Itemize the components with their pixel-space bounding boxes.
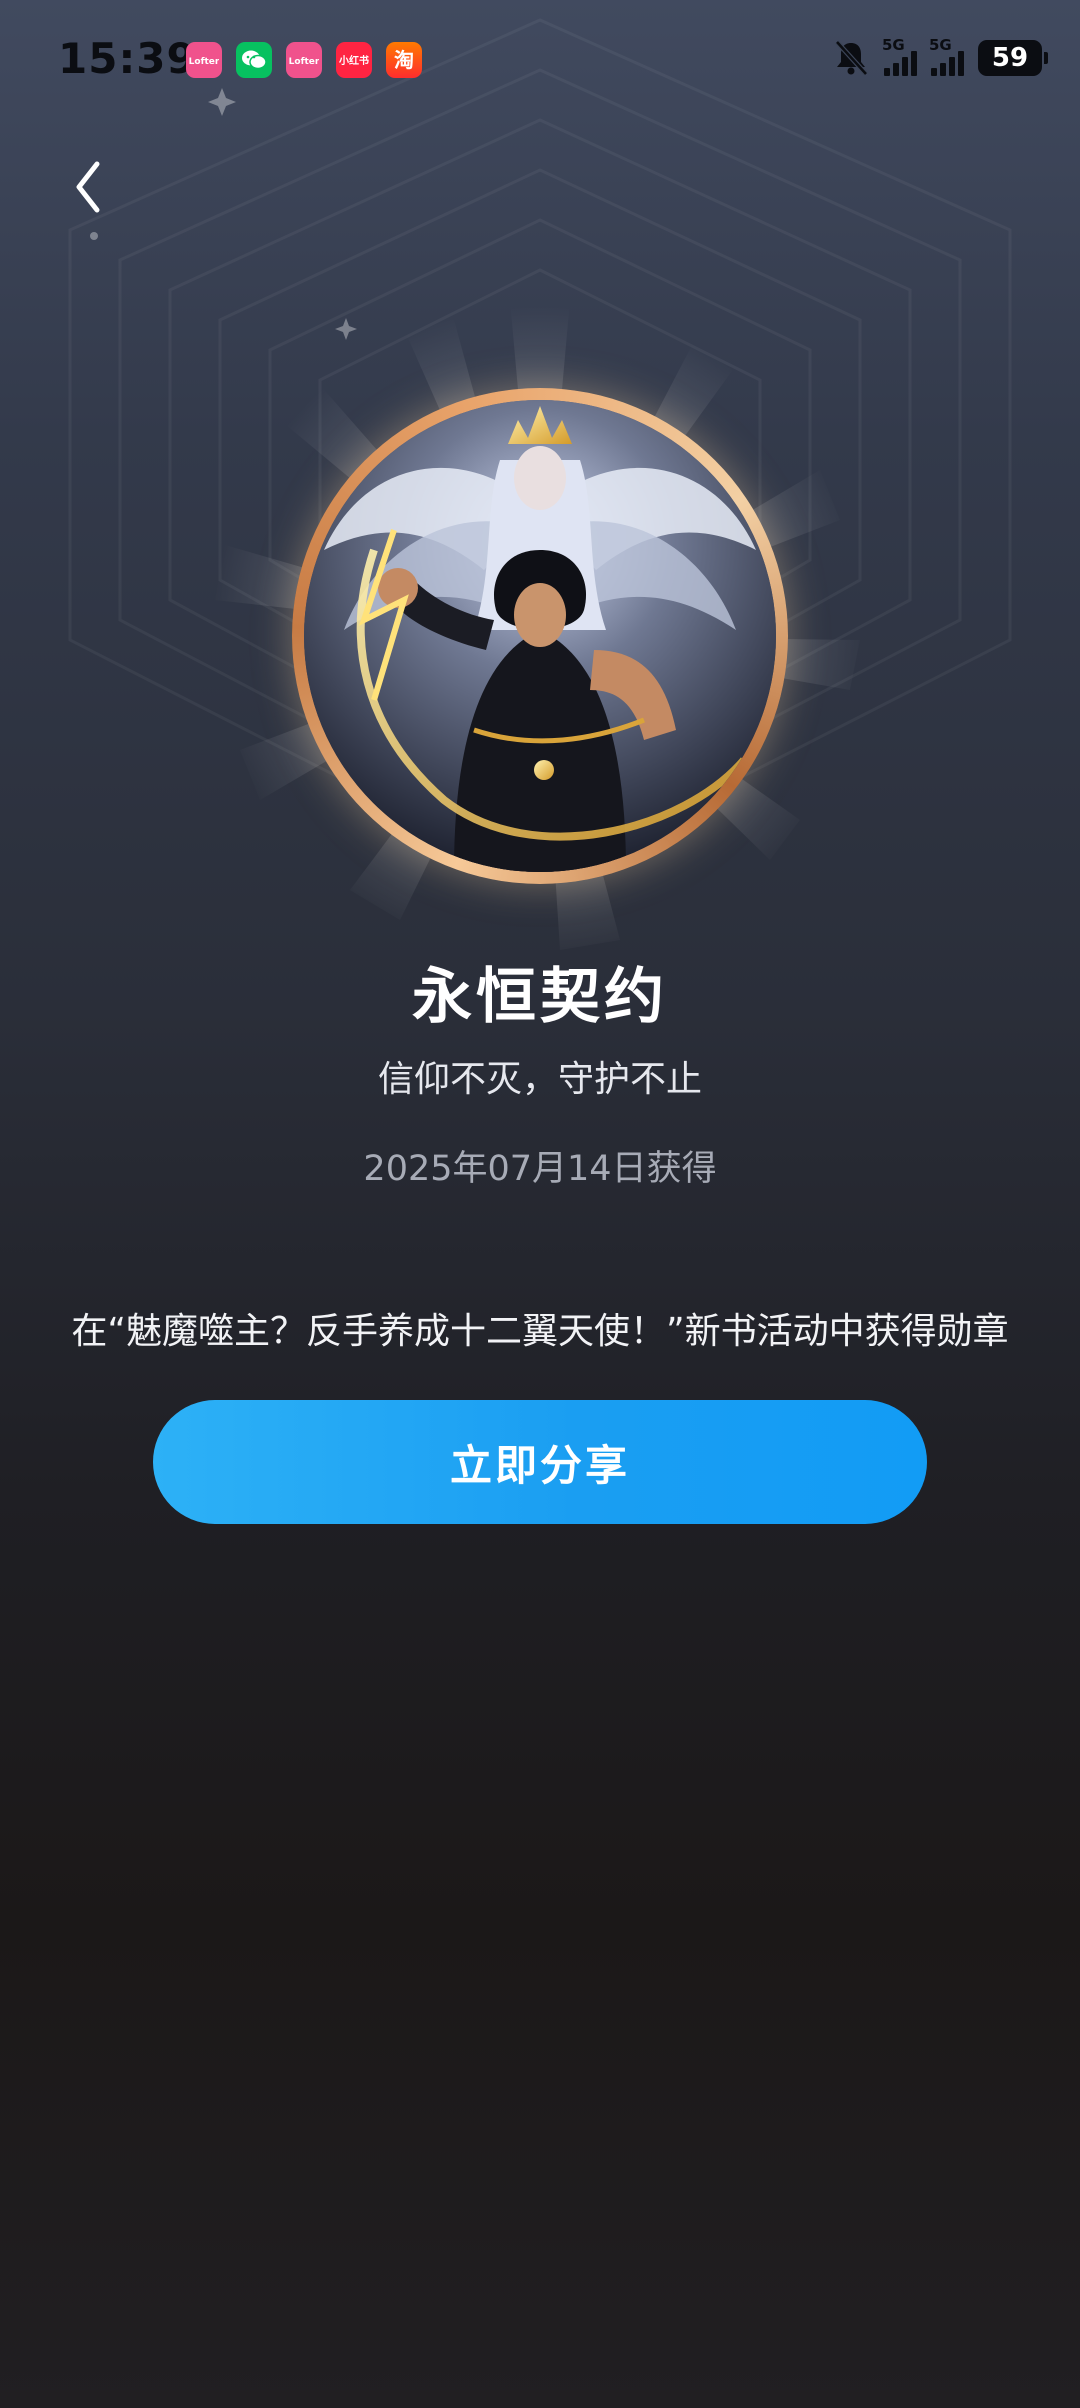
lofter-icon: Lofter — [186, 42, 222, 78]
back-button[interactable] — [58, 152, 118, 222]
badge-description: 在“魅魔噬主？反手养成十二翼天使！”新书活动中获得勋章 — [71, 1311, 1009, 1352]
status-time: 15:39 — [58, 34, 197, 83]
notification-app-icons: Lofter Lofter 小红书 淘 — [186, 42, 422, 78]
signal-strength-1: 5G — [882, 36, 917, 76]
svg-text:小红书: 小红书 — [338, 54, 369, 67]
svg-text:淘: 淘 — [394, 48, 414, 72]
lofter-icon-2: Lofter — [286, 42, 322, 78]
bell-muted-icon — [835, 40, 868, 76]
badge-subtitle: 信仰不灭，守护不止 — [377, 1059, 702, 1100]
signal-strength-2: 5G — [929, 36, 964, 76]
wechat-icon — [236, 42, 272, 78]
badge-medal — [292, 388, 788, 884]
badge-obtained-date: 2025年07月14日获得 — [363, 1149, 717, 1189]
badge-artwork — [304, 400, 776, 872]
chevron-left-icon — [76, 161, 100, 213]
svg-text:Lofter: Lofter — [289, 57, 319, 67]
status-right: 5G 5G 59 — [832, 36, 1048, 78]
badge-illustration — [304, 400, 776, 872]
battery-indicator: 59 — [978, 40, 1048, 76]
badge-title: 永恒契约 — [412, 962, 668, 1032]
status-bar: 15:39 Lofter Lofter 小红书 淘 5G 5G 59 — [0, 0, 1080, 120]
xiaohongshu-icon: 小红书 — [336, 42, 372, 78]
taobao-icon: 淘 — [386, 42, 422, 78]
share-button-label: 立即分享 — [449, 1441, 630, 1489]
svg-text:Lofter: Lofter — [189, 57, 219, 67]
share-button[interactable]: 立即分享 — [153, 1400, 927, 1524]
